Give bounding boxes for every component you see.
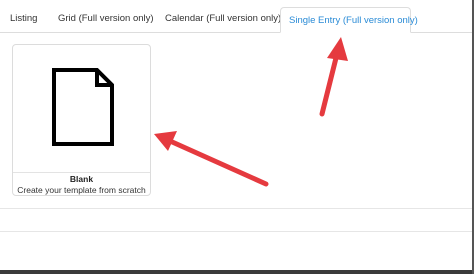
template-preview — [13, 45, 150, 173]
divider — [0, 208, 474, 209]
tab-listing[interactable]: Listing — [2, 6, 45, 31]
template-title: Blank — [69, 174, 94, 184]
divider — [0, 231, 474, 232]
blank-document-icon — [52, 68, 114, 146]
arrow-to-blank-card — [154, 131, 269, 187]
arrow-to-single-entry-tab — [319, 37, 348, 117]
tab-grid[interactable]: Grid (Full version only) — [50, 6, 162, 31]
bottom-border — [0, 270, 474, 274]
tab-single-entry[interactable]: Single Entry (Full version only) — [280, 7, 418, 33]
view-tabs: Listing Grid (Full version only) Calenda… — [0, 0, 474, 33]
page: Listing Grid (Full version only) Calenda… — [0, 0, 474, 274]
tab-calendar[interactable]: Calendar (Full version only) — [157, 6, 289, 31]
template-description: Create your template from scratch — [17, 185, 146, 195]
blank-template-card[interactable]: Blank Create your template from scratch — [12, 44, 151, 196]
